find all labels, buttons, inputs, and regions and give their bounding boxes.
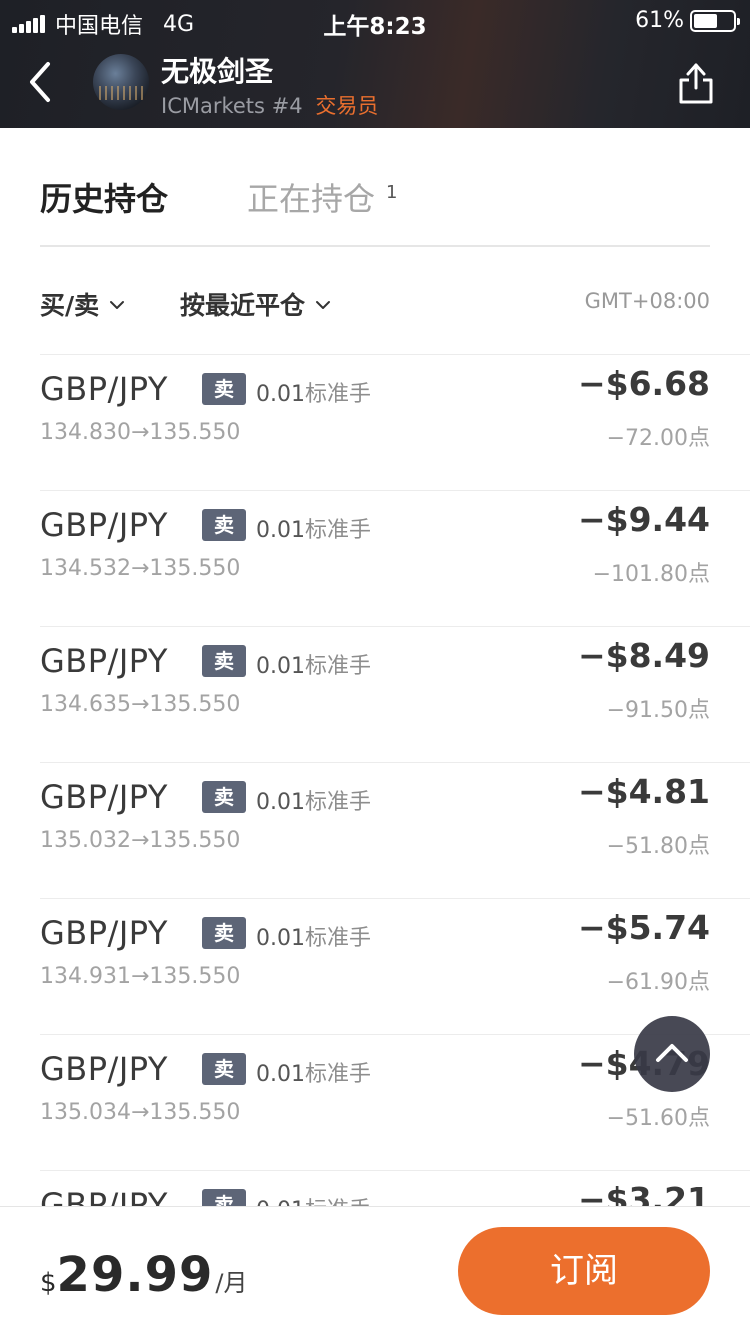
timezone-label: GMT+08:00 [584,289,710,313]
share-icon [679,63,713,104]
subscribe-button[interactable]: 订阅 [458,1227,710,1315]
trade-profit: −$8.49 [577,636,710,675]
trade-pips: −72.00点 [606,426,710,451]
row-divider [40,1170,750,1171]
subscription-price: $ 29.99 /月 [40,1247,247,1303]
trade-row[interactable]: GBP/JPY 卖 0.01标准手 135.032→135.550 −$4.81… [40,762,750,898]
status-right: 61% [635,8,740,33]
trade-prices: 134.830→135.550 [40,420,241,445]
trader-subtitle: ICMarkets #4 交易员 [161,90,378,120]
trader-name: 无极剑圣 [161,55,274,88]
lots-value: 0.01 [256,1062,305,1087]
trade-prices: 134.635→135.550 [40,692,241,717]
battery-icon [690,9,740,32]
lots-value: 0.01 [256,654,305,679]
scroll-to-top-button[interactable] [634,1016,710,1092]
trade-lots: 0.01标准手 [256,920,371,952]
trade-pair: GBP/JPY [40,642,168,680]
side-badge: 卖 [202,509,246,541]
tabs-divider [40,245,710,247]
app-screen: 中国电信 4G 上午8:23 61% 无极剑圣 ICMarkets #4 交易员 [0,0,750,1334]
trade-pips: −101.80点 [592,562,710,587]
trade-pips: −51.60点 [606,1106,710,1131]
trade-pair: GBP/JPY [40,370,168,408]
side-filter-label: 买/卖 [40,291,100,320]
lots-value: 0.01 [256,382,305,407]
side-badge: 卖 [202,645,246,677]
trade-lots: 0.01标准手 [256,1056,371,1088]
trade-row[interactable]: GBP/JPY 卖 0.01标准手 134.532→135.550 −$9.44… [40,490,750,626]
row-divider [40,626,750,627]
trade-pair: GBP/JPY [40,506,168,544]
lots-unit: 标准手 [304,382,371,407]
trade-profit: −$6.68 [577,364,710,403]
chevron-left-icon [30,62,50,102]
share-button[interactable] [675,60,717,106]
trader-role: 交易员 [315,94,379,118]
trade-lots: 0.01标准手 [256,784,371,816]
side-badge: 卖 [202,1053,246,1085]
lots-value: 0.01 [256,790,305,815]
side-filter[interactable]: 买/卖 [40,286,125,322]
chevron-down-icon [110,301,125,309]
row-divider [40,762,750,763]
side-badge: 卖 [202,373,246,405]
open-positions-badge: 1 [386,182,398,203]
sort-filter[interactable]: 按最近平仓 [180,286,331,322]
lots-unit: 标准手 [304,926,371,951]
lots-value: 0.01 [256,518,305,543]
trade-row[interactable]: GBP/JPY 卖 0.01标准手 134.635→135.550 −$8.49… [40,626,750,762]
lots-unit: 标准手 [304,1062,371,1087]
trade-pips: −51.80点 [606,834,710,859]
trade-pair: GBP/JPY [40,1050,168,1088]
row-divider [40,490,750,491]
trader-rank: #4 [271,94,303,118]
trade-prices: 134.532→135.550 [40,556,241,581]
subscription-bar: $ 29.99 /月 订阅 [0,1206,750,1334]
trade-row[interactable]: GBP/JPY 卖 0.01标准手 134.931→135.550 −$5.74… [40,898,750,1034]
position-tabs: 历史持仓 正在持仓 1 [40,170,710,230]
avatar[interactable] [93,54,149,110]
lots-value: 0.01 [256,926,305,951]
trade-pips: −61.90点 [606,970,710,995]
trade-row[interactable]: GBP/JPY 卖 0.01标准手 134.830→135.550 −$6.68… [40,354,750,490]
trade-prices: 135.032→135.550 [40,828,241,853]
back-button[interactable] [22,56,62,108]
price-currency: $ [40,1268,57,1298]
status-bar: 中国电信 4G 上午8:23 61% [0,0,750,40]
chevron-up-icon [656,1044,688,1062]
broker-name: ICMarkets [161,94,265,118]
trade-profit: −$5.74 [577,908,710,947]
trade-lots: 0.01标准手 [256,648,371,680]
trade-prices: 134.931→135.550 [40,964,241,989]
lots-unit: 标准手 [304,518,371,543]
price-amount: 29.99 [56,1247,214,1303]
trade-lots: 0.01标准手 [256,376,371,408]
row-divider [40,354,750,355]
trade-lots: 0.01标准手 [256,512,371,544]
chevron-down-icon [316,301,331,309]
trade-pips: −91.50点 [606,698,710,723]
trade-prices: 135.034→135.550 [40,1100,241,1125]
trader-header: 中国电信 4G 上午8:23 61% 无极剑圣 ICMarkets #4 交易员 [0,0,750,128]
lots-unit: 标准手 [304,790,371,815]
trade-profit: −$9.44 [577,500,710,539]
lots-unit: 标准手 [304,654,371,679]
trade-pair: GBP/JPY [40,778,168,816]
price-period: /月 [215,1269,248,1297]
sort-filter-label: 按最近平仓 [180,291,306,320]
trade-profit: −$4.81 [577,772,710,811]
trade-pair: GBP/JPY [40,914,168,952]
side-badge: 卖 [202,917,246,949]
side-badge: 卖 [202,781,246,813]
battery-percent: 61% [635,8,684,33]
tab-history[interactable]: 历史持仓 [40,174,168,220]
row-divider [40,898,750,899]
tab-open-positions[interactable]: 正在持仓 [247,174,375,220]
